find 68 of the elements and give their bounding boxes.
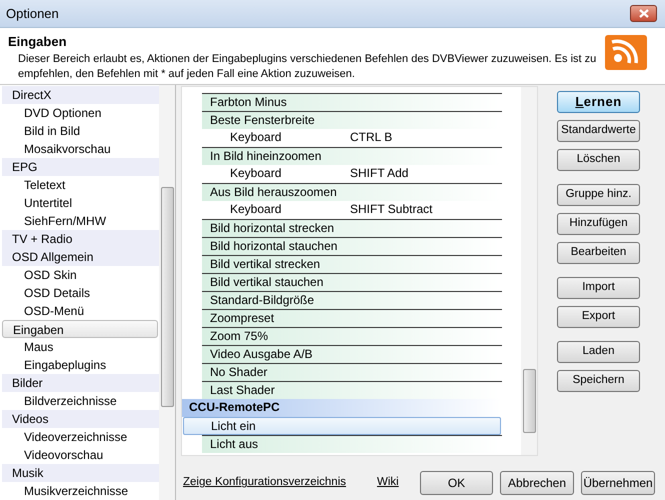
input-type: Keyboard xyxy=(229,201,282,218)
tree-item[interactable]: Musikverzeichnisse xyxy=(2,482,159,500)
tree-item[interactable]: SiehFern/MHW xyxy=(2,212,159,230)
action-button[interactable]: Löschen xyxy=(557,149,640,171)
tree-item[interactable]: Maus xyxy=(2,338,159,356)
action-button[interactable]: Bearbeiten xyxy=(557,242,640,264)
command-row[interactable]: Licht ein xyxy=(183,417,501,435)
tree-item[interactable]: Mosaikvorschau xyxy=(2,140,159,158)
tree-item[interactable]: Untertitel xyxy=(2,194,159,212)
scrollbar[interactable] xyxy=(159,85,175,500)
scrollbar[interactable] xyxy=(521,87,537,455)
command-row[interactable]: Zoompreset xyxy=(202,309,502,327)
command-row[interactable]: Bild vertikal strecken xyxy=(202,255,502,273)
command-row[interactable]: Licht aus xyxy=(202,435,502,453)
key-binding: CTRL B xyxy=(350,129,392,146)
close-icon xyxy=(638,9,648,18)
command-row[interactable]: Zoom 75% xyxy=(202,327,502,345)
tree-item[interactable]: Videovorschau xyxy=(2,446,159,464)
tree-item[interactable]: Videoverzeichnisse xyxy=(2,428,159,446)
section-description: Dieser Bereich erlaubt es, Aktionen der Eingabeplugins verschiedenen Befehlen des DVBViewer zuzuweisen. Es ist zu empfehlen, den Befehlen mit * auf jeden Fall eine Aktion zuzuweisen. xyxy=(17,52,598,82)
tree-item[interactable]: Musik xyxy=(2,464,159,482)
tree-item[interactable]: Bildverzeichnisse xyxy=(2,392,159,410)
command-row[interactable]: Standard-Bildgröße xyxy=(202,291,502,309)
command-row[interactable]: Bild horizontal stauchen xyxy=(202,237,502,255)
action-button[interactable]: Speichern xyxy=(557,370,640,392)
action-button[interactable]: Lernen xyxy=(557,91,640,113)
command-row[interactable]: In Bild hineinzoomen xyxy=(202,147,502,165)
broadcast-logo-icon xyxy=(605,35,647,70)
tree-item[interactable]: OSD-Menü xyxy=(2,302,159,320)
action-button[interactable]: Import xyxy=(557,277,640,299)
link[interactable]: Zeige Konfigurationsverzeichnis xyxy=(183,474,346,492)
input-type: Keyboard xyxy=(229,129,282,146)
input-type: Keyboard xyxy=(229,165,282,182)
action-button[interactable]: Gruppe hinz. xyxy=(557,184,640,206)
tree-item[interactable]: Eingabeplugins xyxy=(2,356,159,374)
command-row[interactable]: Bild vertikal stauchen xyxy=(202,273,502,291)
command-row[interactable]: Video Ausgabe A/B xyxy=(202,345,502,363)
tree-item[interactable]: Videos xyxy=(2,410,159,428)
dialog-button[interactable]: OK xyxy=(420,471,493,495)
dialog-button[interactable]: Abbrechen xyxy=(500,471,574,495)
tree-item[interactable]: OSD Allgemein xyxy=(2,248,159,266)
key-binding: SHIFT Add xyxy=(350,165,408,182)
dialog-button[interactable]: Übernehmen xyxy=(581,471,655,495)
command-row[interactable]: Aus Bild herauszoomen xyxy=(202,183,502,201)
tree-item[interactable]: OSD Skin xyxy=(2,266,159,284)
link[interactable]: Wiki xyxy=(377,474,399,492)
action-button[interactable]: Hinzufügen xyxy=(557,213,640,235)
action-button[interactable]: Laden xyxy=(557,341,640,363)
command-row[interactable]: Beste Fensterbreite xyxy=(202,111,502,129)
command-row[interactable]: No Shader xyxy=(202,363,502,381)
tree-item[interactable]: EPG xyxy=(2,158,159,176)
tree-item[interactable]: TV + Radio xyxy=(2,230,159,248)
tree-item[interactable]: DirectX xyxy=(2,86,159,104)
command-row[interactable]: Farbton Minus xyxy=(202,93,502,111)
key-binding: SHIFT Subtract xyxy=(350,201,432,218)
action-button[interactable]: Export xyxy=(557,306,640,328)
action-button[interactable]: Standardwerte xyxy=(557,120,640,142)
close-button[interactable] xyxy=(630,5,657,22)
tree-item[interactable]: Bilder xyxy=(2,374,159,392)
tree-item[interactable]: OSD Details xyxy=(2,284,159,302)
tree-item[interactable]: Eingaben xyxy=(2,320,158,338)
section-title: Eingaben xyxy=(8,33,68,51)
tree-item[interactable]: DVD Optionen xyxy=(2,104,159,122)
tree-item[interactable]: Teletext xyxy=(2,176,159,194)
window-title: Optionen xyxy=(6,4,59,23)
tree-item[interactable]: Bild in Bild xyxy=(2,122,159,140)
command-row[interactable]: Last Shader xyxy=(202,381,502,399)
command-row[interactable]: Bild horizontal strecken xyxy=(202,219,502,237)
